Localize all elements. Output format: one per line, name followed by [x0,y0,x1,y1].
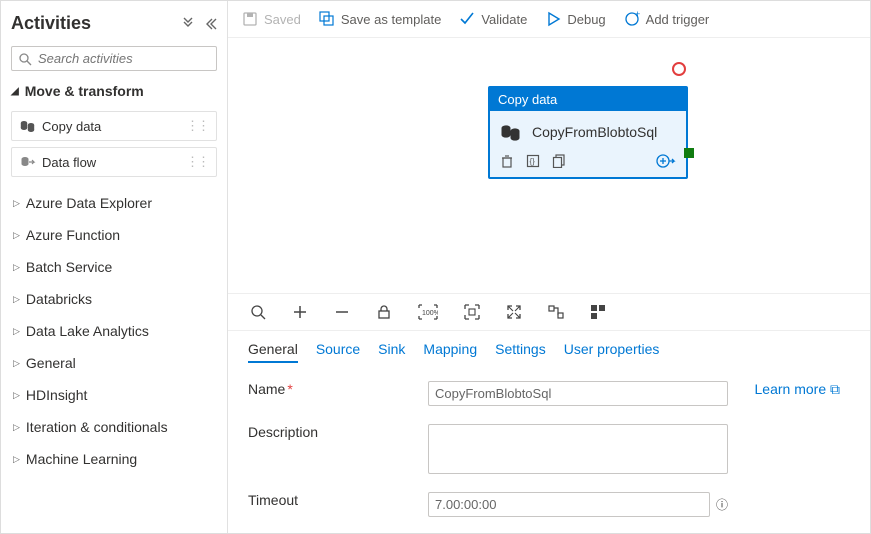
external-link-icon: ⧉ [830,381,840,397]
copy-data-icon [20,119,36,133]
search-activities[interactable] [11,46,217,71]
copy-data-node[interactable]: Copy data CopyFromBlobtoSql {} [488,86,688,179]
grip-icon: ⋮⋮ [186,154,208,170]
main-area: Saved Save as template Validate Debug + … [228,1,870,533]
tree-item[interactable]: ▷Databricks [11,283,217,315]
caret-down-icon: ◢ [11,86,19,97]
collapse-panel-icon[interactable] [203,17,217,31]
expand-all-icon[interactable] [181,17,195,31]
activity-copy-data[interactable]: Copy data ⋮⋮ [11,111,217,141]
node-name: CopyFromBlobtoSql [532,124,657,140]
details-tabs: General Source Sink Mapping Settings Use… [228,331,870,373]
delete-icon[interactable] [500,154,514,168]
save-as-template-button[interactable]: Save as template [319,11,441,27]
fullscreen-icon[interactable] [506,304,522,320]
zoom-100-icon[interactable]: 100% [418,304,438,320]
chevron-right-icon: ▷ [13,294,20,305]
zoom-in-icon[interactable] [292,304,308,320]
svg-text:+: + [635,11,640,19]
add-output-icon[interactable] [656,153,676,169]
zoom-search-icon[interactable] [250,304,266,320]
node-body: CopyFromBlobtoSql [490,111,686,149]
grip-icon: ⋮⋮ [186,118,208,134]
node-actions: {} [490,149,686,177]
pipeline-canvas[interactable]: Copy data CopyFromBlobtoSql {} [228,38,870,293]
chevron-right-icon: ▷ [13,390,20,401]
saved-button: Saved [242,11,301,27]
copy-data-icon [500,123,522,141]
tree-item[interactable]: ▷Azure Data Explorer [11,187,217,219]
code-icon[interactable]: {} [526,154,540,168]
search-input[interactable] [38,51,216,66]
canvas-toolbar: 100% [228,293,870,331]
tree-item[interactable]: ▷Batch Service [11,251,217,283]
tree-item[interactable]: ▷General [11,347,217,379]
chevron-right-icon: ▷ [13,198,20,209]
name-input[interactable] [428,381,728,406]
clone-icon[interactable] [552,154,566,168]
zoom-out-icon[interactable] [334,304,350,320]
chevron-right-icon: ▷ [13,454,20,465]
chevron-right-icon: ▷ [13,422,20,433]
chevron-right-icon: ▷ [13,230,20,241]
tree-item[interactable]: ▷Machine Learning [11,443,217,475]
tab-sink[interactable]: Sink [378,341,405,363]
validation-error-icon[interactable] [672,62,686,76]
section-label: Move & transform [25,83,144,99]
svg-text:100%: 100% [422,310,438,317]
name-label: Name* [248,381,428,397]
activity-data-flow[interactable]: Data flow ⋮⋮ [11,147,217,177]
tab-user-properties[interactable]: User properties [564,341,660,363]
chevron-right-icon: ▷ [13,358,20,369]
chevron-right-icon: ▷ [13,262,20,273]
pipeline-toolbar: Saved Save as template Validate Debug + … [228,1,870,38]
add-trigger-button[interactable]: + Add trigger [624,11,710,27]
validate-button[interactable]: Validate [459,11,527,27]
description-input[interactable] [428,424,728,474]
tree-item[interactable]: ▷Iteration & conditionals [11,411,217,443]
info-icon[interactable]: ⓘ [716,496,728,513]
activities-title: Activities [11,13,91,34]
search-icon [18,52,32,66]
timeout-input[interactable] [428,492,710,517]
tree-item[interactable]: ▷Data Lake Analytics [11,315,217,347]
node-output-port[interactable] [684,148,694,158]
activity-tree: ▷Azure Data Explorer ▷Azure Function ▷Ba… [11,187,217,475]
node-header: Copy data [490,88,686,111]
tab-general[interactable]: General [248,341,298,363]
layout-icon[interactable] [590,304,606,320]
tab-settings[interactable]: Settings [495,341,546,363]
data-flow-icon [20,155,36,169]
activities-panel: Activities ◢ Move & transform Copy data … [1,1,228,533]
fit-screen-icon[interactable] [464,304,480,320]
auto-align-icon[interactable] [548,304,564,320]
tree-item[interactable]: ▷HDInsight [11,379,217,411]
tree-item[interactable]: ▷Azure Function [11,219,217,251]
lock-icon[interactable] [376,304,392,320]
learn-more-link[interactable]: Learn more ⧉ [728,381,850,398]
tab-mapping[interactable]: Mapping [423,341,477,363]
activity-label: Data flow [42,155,96,170]
timeout-label: Timeout [248,492,428,508]
debug-button[interactable]: Debug [545,11,605,27]
activities-header: Activities [11,9,217,40]
tab-source[interactable]: Source [316,341,360,363]
general-form: Name* Learn more ⧉ Description Timeout ⓘ [228,373,870,533]
svg-text:{}: {} [530,157,536,166]
section-move-transform[interactable]: ◢ Move & transform [11,77,217,105]
chevron-right-icon: ▷ [13,326,20,337]
description-label: Description [248,424,428,440]
activity-label: Copy data [42,119,101,134]
